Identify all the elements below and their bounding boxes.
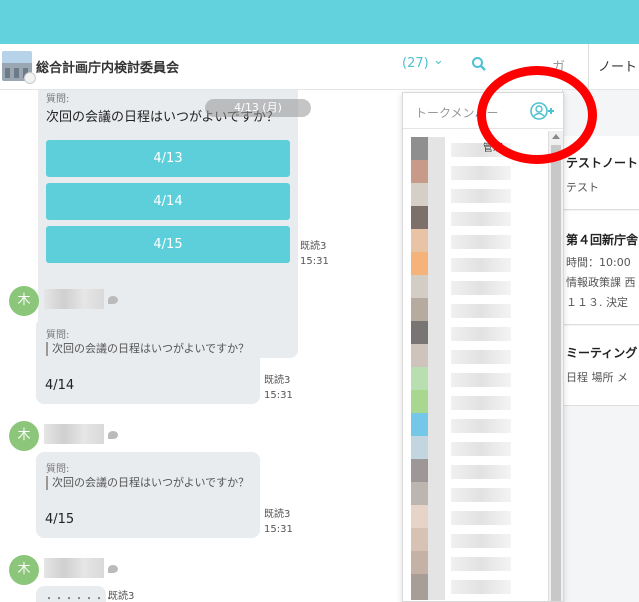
room-title: 総合計画庁内検討委員会 <box>36 61 180 76</box>
note-title: テストノート <box>566 156 639 170</box>
red-annotation-circle <box>477 66 597 164</box>
avatar[interactable]: 木 <box>9 555 39 585</box>
question-label: 質問: <box>46 94 70 105</box>
lock-icon <box>24 72 36 84</box>
option-button-4-13[interactable]: 4/13 <box>46 140 290 177</box>
member-name <box>451 465 511 479</box>
read-count: 既読3 <box>108 591 135 602</box>
read-count: 既読3 <box>264 509 291 520</box>
app-top-bar <box>0 0 639 44</box>
sender-name <box>44 289 104 309</box>
note-card[interactable]: ミーティング 日程 場所 メ <box>563 326 639 406</box>
reply-quote: 次回の会議の日程はいつがよいですか？ <box>46 476 249 490</box>
member-dropdown: トークメンバー 管理 <box>402 92 564 602</box>
note-line: １１３. 決定 <box>566 296 628 309</box>
member-name <box>451 373 511 387</box>
member-name <box>451 442 511 456</box>
note-title: 第４回新庁舎 <box>566 233 639 247</box>
member-name <box>451 488 511 502</box>
tab-divider <box>588 44 589 90</box>
reply-answer: 4/15 <box>45 512 75 527</box>
sender-name <box>44 424 104 444</box>
note-line: テスト <box>566 181 599 194</box>
reply-answer: ・・・・・・・ <box>44 594 114 602</box>
speech-bubble-icon <box>108 431 118 439</box>
member-name <box>451 304 511 318</box>
member-name <box>451 212 511 226</box>
member-avatar <box>411 574 445 600</box>
avatar[interactable]: 木 <box>9 421 39 451</box>
search-icon[interactable] <box>471 56 487 72</box>
note-line: 日程 場所 メ <box>566 371 628 384</box>
date-separator: 4/13 (月) <box>205 99 311 117</box>
option-button-4-14[interactable]: 4/14 <box>46 183 290 220</box>
option-button-4-15[interactable]: 4/15 <box>46 226 290 263</box>
member-name <box>451 350 511 364</box>
scrollbar-thumb[interactable] <box>551 145 561 601</box>
member-name <box>451 235 511 249</box>
reply-answer: 4/14 <box>45 378 75 393</box>
member-name <box>451 534 511 548</box>
avatar[interactable]: 木 <box>9 286 39 316</box>
member-name <box>451 557 511 571</box>
tab-note[interactable]: ノート <box>598 56 637 75</box>
read-count: 既読3 <box>264 375 291 386</box>
reply-question-label: 質問: <box>46 330 70 341</box>
read-count: 既読3 <box>300 241 327 252</box>
timestamp: 15:31 <box>300 256 329 267</box>
member-name <box>451 189 511 203</box>
member-name <box>451 258 511 272</box>
speech-bubble-icon <box>108 565 118 573</box>
member-name <box>451 511 511 525</box>
notes-panel: テストノート テスト 第４回新庁舎 時間：10:00 情報政策課 西 １１３. … <box>562 90 639 602</box>
speech-bubble-icon <box>108 296 118 304</box>
note-line: 時間：10:00 <box>566 256 631 269</box>
member-count-button[interactable]: (27) <box>402 56 429 71</box>
timestamp: 15:31 <box>264 524 293 535</box>
member-name <box>451 327 511 341</box>
reply-quote: 次回の会議の日程はいつがよいですか？ <box>46 342 249 356</box>
room-avatar <box>2 51 36 84</box>
note-line: 情報政策課 西 <box>566 276 636 289</box>
member-name <box>451 419 511 433</box>
chat-area: 質問: 次回の会議の日程はいつがよいですか？ 4/13 4/14 4/15 4/… <box>0 90 400 602</box>
member-name <box>451 281 511 295</box>
timestamp: 15:31 <box>264 390 293 401</box>
note-title: ミーティング <box>566 346 638 360</box>
sender-name <box>44 558 104 578</box>
member-name <box>451 580 511 594</box>
chevron-down-icon[interactable]: ⌄ <box>433 53 444 68</box>
reply-question-label: 質問: <box>46 464 70 475</box>
member-list-scrollbar[interactable] <box>548 131 563 601</box>
member-row[interactable] <box>411 574 543 600</box>
note-card[interactable]: 第４回新庁舎 時間：10:00 情報政策課 西 １１３. 決定 <box>563 211 639 325</box>
member-name <box>451 396 511 410</box>
member-name <box>451 166 511 180</box>
